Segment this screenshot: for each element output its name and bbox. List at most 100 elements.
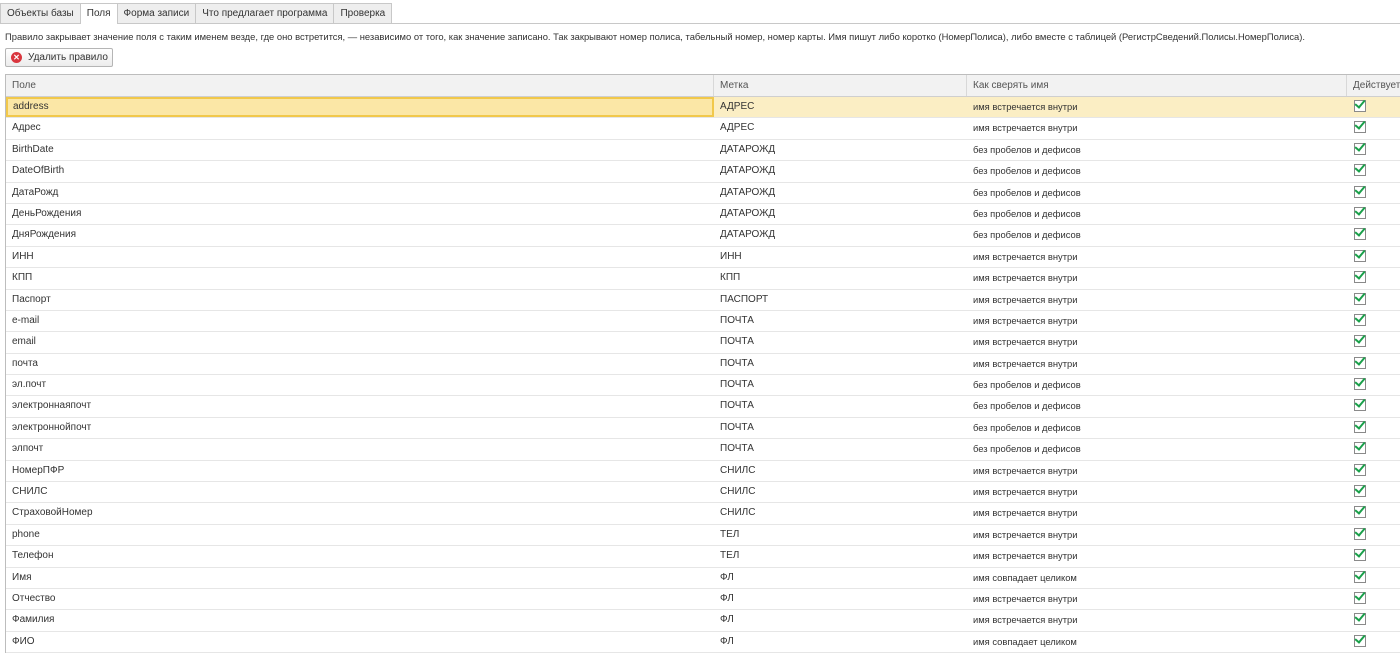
table-row[interactable]: НомерПФР СНИЛС имя встречается внутри <box>6 461 1400 483</box>
field-cell[interactable]: ДняРождения <box>6 225 714 245</box>
active-checkbox[interactable] <box>1354 442 1366 455</box>
match-cell[interactable]: имя встречается внутри <box>967 482 1347 502</box>
table-row[interactable]: address АДРЕС имя встречается внутри <box>6 97 1400 119</box>
field-cell[interactable]: phone <box>6 525 714 545</box>
field-cell[interactable]: address <box>6 97 714 118</box>
active-checkbox[interactable] <box>1354 570 1366 583</box>
field-cell[interactable]: Паспорт <box>6 290 714 310</box>
active-cell[interactable] <box>1347 418 1400 438</box>
column-header-field[interactable]: Поле <box>6 75 714 96</box>
active-checkbox[interactable] <box>1354 100 1366 112</box>
active-checkbox[interactable] <box>1354 121 1366 134</box>
label-cell[interactable]: ПОЧТА <box>714 354 967 374</box>
label-cell[interactable]: ДАТАРОЖД <box>714 204 967 224</box>
active-checkbox[interactable] <box>1354 485 1366 498</box>
table-row[interactable]: ФИО ФЛ имя совпадает целиком <box>6 632 1400 654</box>
field-cell[interactable]: ФИО <box>6 632 714 652</box>
label-cell[interactable]: ПОЧТА <box>714 396 967 416</box>
field-cell[interactable]: элпочт <box>6 439 714 459</box>
field-cell[interactable]: e-mail <box>6 311 714 331</box>
active-checkbox[interactable] <box>1354 463 1366 476</box>
label-cell[interactable]: ПОЧТА <box>714 375 967 395</box>
table-row[interactable]: DateOfBirth ДАТАРОЖД без пробелов и дефисо… <box>6 161 1400 183</box>
match-cell[interactable]: имя встречается внутри <box>967 503 1347 523</box>
match-cell[interactable]: имя совпадает целиком <box>967 632 1347 652</box>
label-cell[interactable]: ТЕЛ <box>714 546 967 566</box>
table-row[interactable]: BirthDate ДАТАРОЖД без пробелов и дефисов <box>6 140 1400 162</box>
field-cell[interactable]: email <box>6 332 714 352</box>
tab-program-suggestions[interactable]: Что предлагает программа <box>195 3 335 23</box>
label-cell[interactable]: ДАТАРОЖД <box>714 183 967 203</box>
table-row[interactable]: эл.почт ПОЧТА без пробелов и дефисов <box>6 375 1400 397</box>
label-cell[interactable]: КПП <box>714 268 967 288</box>
table-row[interactable]: email ПОЧТА имя встречается внутри <box>6 332 1400 354</box>
active-checkbox[interactable] <box>1354 549 1366 562</box>
label-cell[interactable]: ПОЧТА <box>714 418 967 438</box>
field-cell[interactable]: Адрес <box>6 118 714 138</box>
active-checkbox[interactable] <box>1354 613 1366 626</box>
tab-record-form[interactable]: Форма записи <box>116 3 197 23</box>
tab-check[interactable]: Проверка <box>333 3 393 23</box>
active-checkbox[interactable] <box>1354 164 1366 177</box>
active-checkbox[interactable] <box>1354 378 1366 391</box>
field-cell[interactable]: почта <box>6 354 714 374</box>
tab-fields[interactable]: Поля <box>79 3 118 24</box>
label-cell[interactable]: ФЛ <box>714 568 967 588</box>
label-cell[interactable]: ДАТАРОЖД <box>714 225 967 245</box>
match-cell[interactable]: имя встречается внутри <box>967 247 1347 267</box>
label-cell[interactable]: ИНН <box>714 247 967 267</box>
active-cell[interactable] <box>1347 525 1400 545</box>
tab-database-objects[interactable]: Объекты базы <box>0 3 81 23</box>
active-checkbox[interactable] <box>1354 292 1366 305</box>
column-header-active[interactable]: Действует <box>1347 75 1400 96</box>
field-cell[interactable]: Отчество <box>6 589 714 609</box>
match-cell[interactable]: без пробелов и дефисов <box>967 161 1347 181</box>
field-cell[interactable]: BirthDate <box>6 140 714 160</box>
active-cell[interactable] <box>1347 546 1400 566</box>
match-cell[interactable]: имя встречается внутри <box>967 354 1347 374</box>
active-cell[interactable] <box>1347 461 1400 481</box>
label-cell[interactable]: ДАТАРОЖД <box>714 161 967 181</box>
active-cell[interactable] <box>1347 140 1400 160</box>
match-cell[interactable]: имя встречается внутри <box>967 610 1347 630</box>
label-cell[interactable]: ФЛ <box>714 610 967 630</box>
label-cell[interactable]: ТЕЛ <box>714 525 967 545</box>
match-cell[interactable]: имя встречается внутри <box>967 311 1347 331</box>
label-cell[interactable]: ПОЧТА <box>714 332 967 352</box>
active-cell[interactable] <box>1347 568 1400 588</box>
match-cell[interactable]: имя встречается внутри <box>967 97 1347 117</box>
active-checkbox[interactable] <box>1354 335 1366 348</box>
active-checkbox[interactable] <box>1354 206 1366 219</box>
field-cell[interactable]: СНИЛС <box>6 482 714 502</box>
table-row[interactable]: ДняРождения ДАТАРОЖД без пробелов и дефисо… <box>6 225 1400 247</box>
active-checkbox[interactable] <box>1354 527 1366 540</box>
active-checkbox[interactable] <box>1354 420 1366 433</box>
table-row[interactable]: элпочт ПОЧТА без пробелов и дефисов <box>6 439 1400 461</box>
match-cell[interactable]: без пробелов и дефисов <box>967 204 1347 224</box>
active-cell[interactable] <box>1347 632 1400 652</box>
active-cell[interactable] <box>1347 183 1400 203</box>
label-cell[interactable]: СНИЛС <box>714 461 967 481</box>
active-checkbox[interactable] <box>1354 271 1366 284</box>
table-row[interactable]: phone ТЕЛ имя встречается внутри <box>6 525 1400 547</box>
match-cell[interactable]: без пробелов и дефисов <box>967 140 1347 160</box>
active-checkbox[interactable] <box>1354 313 1366 326</box>
label-cell[interactable]: ПОЧТА <box>714 439 967 459</box>
active-cell[interactable] <box>1347 589 1400 609</box>
active-cell[interactable] <box>1347 290 1400 310</box>
active-checkbox[interactable] <box>1354 506 1366 519</box>
table-row[interactable]: КПП КПП имя встречается внутри <box>6 268 1400 290</box>
active-cell[interactable] <box>1347 204 1400 224</box>
table-row[interactable]: ДеньРождения ДАТАРОЖД без пробелов и дефис… <box>6 204 1400 226</box>
field-cell[interactable]: DateOfBirth <box>6 161 714 181</box>
table-row[interactable]: Имя ФЛ имя совпадает целиком <box>6 568 1400 589</box>
field-cell[interactable]: ДеньРождения <box>6 204 714 224</box>
field-cell[interactable]: СтраховойНомер <box>6 503 714 523</box>
table-row[interactable]: Фамилия ФЛ имя встречается внутри <box>6 610 1400 632</box>
field-cell[interactable]: КПП <box>6 268 714 288</box>
active-checkbox[interactable] <box>1354 634 1366 647</box>
table-row[interactable]: ИНН ИНН имя встречается внутри <box>6 247 1400 269</box>
active-cell[interactable] <box>1347 118 1400 138</box>
match-cell[interactable]: имя встречается внутри <box>967 268 1347 288</box>
label-cell[interactable]: СНИЛС <box>714 503 967 523</box>
